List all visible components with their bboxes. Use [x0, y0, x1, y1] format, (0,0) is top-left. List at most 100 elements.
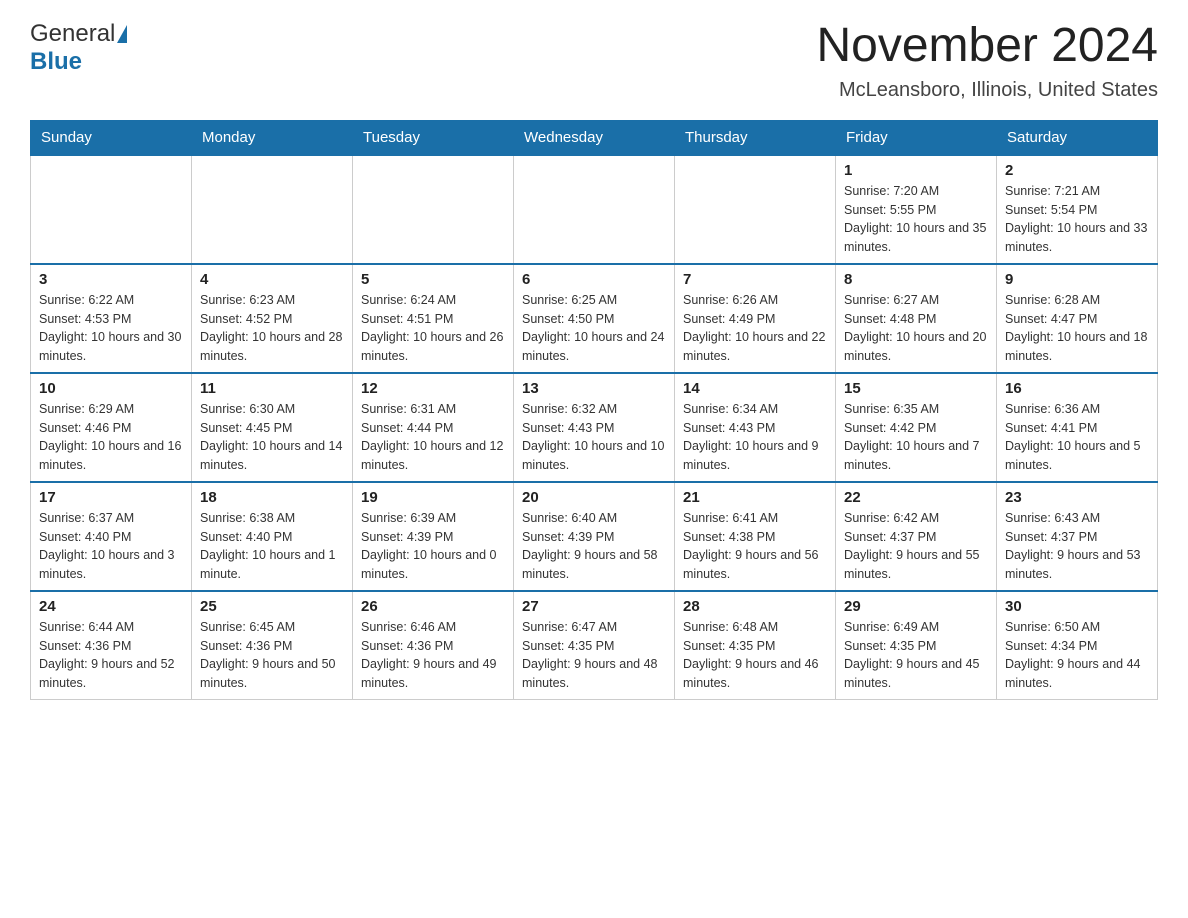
calendar-header-thursday: Thursday — [675, 120, 836, 155]
main-title: November 2024 — [816, 20, 1158, 73]
calendar-cell: 3 Sunrise: 6:22 AMSunset: 4:53 PMDaylight… — [31, 264, 192, 373]
day-number: 13 — [522, 380, 666, 397]
day-number: 22 — [844, 489, 988, 506]
logo-triangle-icon — [117, 25, 127, 43]
day-number: 26 — [361, 598, 505, 615]
calendar-header-row: SundayMondayTuesdayWednesdayThursdayFrid… — [31, 120, 1158, 155]
day-number: 2 — [1005, 162, 1149, 179]
calendar-header-tuesday: Tuesday — [353, 120, 514, 155]
calendar-cell — [31, 155, 192, 264]
day-number: 8 — [844, 271, 988, 288]
day-number: 25 — [200, 598, 344, 615]
calendar-week-3: 10 Sunrise: 6:29 AMSunset: 4:46 PMDayligh… — [31, 373, 1158, 482]
calendar-cell: 5 Sunrise: 6:24 AMSunset: 4:51 PMDaylight… — [353, 264, 514, 373]
day-number: 24 — [39, 598, 183, 615]
day-info: Sunrise: 6:41 AMSunset: 4:38 PMDaylight:… — [683, 511, 819, 581]
day-info: Sunrise: 6:36 AMSunset: 4:41 PMDaylight:… — [1005, 402, 1141, 472]
day-number: 10 — [39, 380, 183, 397]
day-info: Sunrise: 6:40 AMSunset: 4:39 PMDaylight:… — [522, 511, 658, 581]
day-info: Sunrise: 6:23 AMSunset: 4:52 PMDaylight:… — [200, 293, 342, 363]
day-info: Sunrise: 6:42 AMSunset: 4:37 PMDaylight:… — [844, 511, 980, 581]
day-number: 29 — [844, 598, 988, 615]
calendar-cell: 17Sunrise: 6:37 AMSunset: 4:40 PMDayligh… — [31, 482, 192, 591]
calendar-cell: 27Sunrise: 6:47 AMSunset: 4:35 PMDayligh… — [514, 591, 675, 700]
calendar-cell: 20 Sunrise: 6:40 AMSunset: 4:39 PMDayligh… — [514, 482, 675, 591]
calendar-cell — [514, 155, 675, 264]
calendar-header-saturday: Saturday — [997, 120, 1158, 155]
day-number: 21 — [683, 489, 827, 506]
day-info: Sunrise: 6:31 AMSunset: 4:44 PMDaylight:… — [361, 402, 503, 472]
day-info: Sunrise: 6:29 AMSunset: 4:46 PMDaylight:… — [39, 402, 181, 472]
title-area: November 2024 McLeansboro, Illinois, Uni… — [816, 20, 1158, 102]
calendar-cell: 14Sunrise: 6:34 AMSunset: 4:43 PMDayligh… — [675, 373, 836, 482]
calendar-cell: 25 Sunrise: 6:45 AMSunset: 4:36 PMDayligh… — [192, 591, 353, 700]
calendar-cell: 6 Sunrise: 6:25 AMSunset: 4:50 PMDaylight… — [514, 264, 675, 373]
day-info: Sunrise: 6:46 AMSunset: 4:36 PMDaylight:… — [361, 620, 497, 690]
day-info: Sunrise: 6:35 AMSunset: 4:42 PMDaylight:… — [844, 402, 980, 472]
calendar-cell: 16 Sunrise: 6:36 AMSunset: 4:41 PMDayligh… — [997, 373, 1158, 482]
day-number: 15 — [844, 380, 988, 397]
calendar-cell: 10 Sunrise: 6:29 AMSunset: 4:46 PMDayligh… — [31, 373, 192, 482]
day-number: 5 — [361, 271, 505, 288]
day-number: 9 — [1005, 271, 1149, 288]
subtitle: McLeansboro, Illinois, United States — [816, 79, 1158, 102]
calendar-cell: 12 Sunrise: 6:31 AMSunset: 4:44 PMDayligh… — [353, 373, 514, 482]
calendar-cell: 24 Sunrise: 6:44 AMSunset: 4:36 PMDayligh… — [31, 591, 192, 700]
logo-general-text: General — [30, 20, 115, 48]
logo: General Blue — [30, 20, 129, 76]
calendar-cell: 22 Sunrise: 6:42 AMSunset: 4:37 PMDayligh… — [836, 482, 997, 591]
calendar-cell: 9 Sunrise: 6:28 AMSunset: 4:47 PMDaylight… — [997, 264, 1158, 373]
calendar-cell: 18 Sunrise: 6:38 AMSunset: 4:40 PMDayligh… — [192, 482, 353, 591]
day-number: 14 — [683, 380, 827, 397]
calendar-cell: 19 Sunrise: 6:39 AMSunset: 4:39 PMDayligh… — [353, 482, 514, 591]
calendar-cell: 26 Sunrise: 6:46 AMSunset: 4:36 PMDayligh… — [353, 591, 514, 700]
calendar-cell — [353, 155, 514, 264]
calendar-cell: 2Sunrise: 7:21 AMSunset: 5:54 PMDaylight… — [997, 155, 1158, 264]
day-info: Sunrise: 6:30 AMSunset: 4:45 PMDaylight:… — [200, 402, 342, 472]
calendar-cell: 1 Sunrise: 7:20 AMSunset: 5:55 PMDaylight… — [836, 155, 997, 264]
calendar-cell — [675, 155, 836, 264]
day-info: Sunrise: 6:38 AMSunset: 4:40 PMDaylight:… — [200, 511, 336, 581]
header: General Blue November 2024 McLeansboro, … — [30, 20, 1158, 102]
day-number: 7 — [683, 271, 827, 288]
day-number: 3 — [39, 271, 183, 288]
calendar-cell: 7 Sunrise: 6:26 AMSunset: 4:49 PMDaylight… — [675, 264, 836, 373]
day-info: Sunrise: 6:25 AMSunset: 4:50 PMDaylight:… — [522, 293, 664, 363]
day-info: Sunrise: 6:27 AMSunset: 4:48 PMDaylight:… — [844, 293, 986, 363]
day-number: 1 — [844, 162, 988, 179]
calendar-cell: 28Sunrise: 6:48 AMSunset: 4:35 PMDayligh… — [675, 591, 836, 700]
day-number: 16 — [1005, 380, 1149, 397]
calendar-cell: 29 Sunrise: 6:49 AMSunset: 4:35 PMDayligh… — [836, 591, 997, 700]
calendar-cell: 13Sunrise: 6:32 AMSunset: 4:43 PMDayligh… — [514, 373, 675, 482]
calendar-cell: 23Sunrise: 6:43 AMSunset: 4:37 PMDayligh… — [997, 482, 1158, 591]
day-info: Sunrise: 6:45 AMSunset: 4:36 PMDaylight:… — [200, 620, 336, 690]
calendar-week-4: 17Sunrise: 6:37 AMSunset: 4:40 PMDayligh… — [31, 482, 1158, 591]
calendar-header-monday: Monday — [192, 120, 353, 155]
calendar-cell: 30Sunrise: 6:50 AMSunset: 4:34 PMDayligh… — [997, 591, 1158, 700]
calendar-header-wednesday: Wednesday — [514, 120, 675, 155]
day-info: Sunrise: 6:26 AMSunset: 4:49 PMDaylight:… — [683, 293, 825, 363]
day-info: Sunrise: 6:22 AMSunset: 4:53 PMDaylight:… — [39, 293, 181, 363]
day-number: 19 — [361, 489, 505, 506]
day-number: 20 — [522, 489, 666, 506]
day-info: Sunrise: 6:39 AMSunset: 4:39 PMDaylight:… — [361, 511, 497, 581]
day-info: Sunrise: 7:20 AMSunset: 5:55 PMDaylight:… — [844, 184, 986, 254]
day-info: Sunrise: 6:24 AMSunset: 4:51 PMDaylight:… — [361, 293, 503, 363]
calendar-header-sunday: Sunday — [31, 120, 192, 155]
day-number: 23 — [1005, 489, 1149, 506]
day-info: Sunrise: 6:47 AMSunset: 4:35 PMDaylight:… — [522, 620, 658, 690]
logo-blue-text: Blue — [30, 48, 82, 75]
day-info: Sunrise: 6:49 AMSunset: 4:35 PMDaylight:… — [844, 620, 980, 690]
day-number: 11 — [200, 380, 344, 397]
day-number: 6 — [522, 271, 666, 288]
day-info: Sunrise: 6:44 AMSunset: 4:36 PMDaylight:… — [39, 620, 175, 690]
day-number: 4 — [200, 271, 344, 288]
calendar-cell: 8 Sunrise: 6:27 AMSunset: 4:48 PMDaylight… — [836, 264, 997, 373]
calendar-cell — [192, 155, 353, 264]
calendar-cell: 15 Sunrise: 6:35 AMSunset: 4:42 PMDayligh… — [836, 373, 997, 482]
day-number: 12 — [361, 380, 505, 397]
calendar-cell: 21 Sunrise: 6:41 AMSunset: 4:38 PMDayligh… — [675, 482, 836, 591]
day-info: Sunrise: 6:28 AMSunset: 4:47 PMDaylight:… — [1005, 293, 1147, 363]
day-number: 18 — [200, 489, 344, 506]
day-info: Sunrise: 6:37 AMSunset: 4:40 PMDaylight:… — [39, 511, 175, 581]
